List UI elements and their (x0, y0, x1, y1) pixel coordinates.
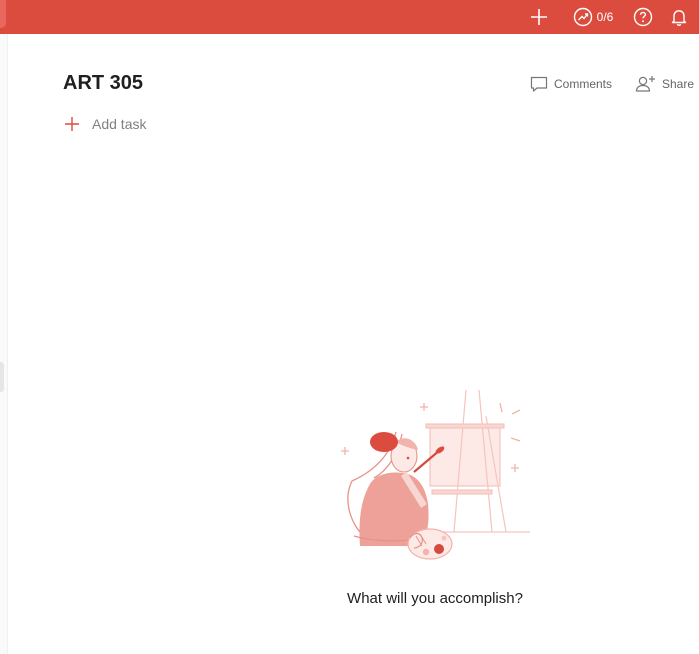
share-button[interactable]: Share (635, 72, 694, 96)
comment-icon (530, 76, 548, 92)
add-task-label: Add task (92, 116, 147, 132)
share-label: Share (662, 77, 695, 91)
productivity-button[interactable]: 0/6 (568, 0, 618, 34)
help-button[interactable] (631, 0, 655, 34)
add-person-icon (635, 76, 655, 92)
painter-at-easel-illustration (341, 389, 530, 560)
beret (370, 432, 398, 452)
menu-toggle-edge[interactable] (0, 0, 6, 28)
comments-label: Comments (554, 77, 613, 91)
empty-state-message: What will you accomplish? (347, 590, 523, 607)
easel (424, 389, 530, 533)
page-title: ART 305 (63, 72, 144, 94)
quick-add-button[interactable] (527, 0, 551, 34)
sidebar-collapsed-edge (0, 34, 8, 654)
notifications-bell-icon (671, 10, 687, 27)
add-task-button[interactable]: Add task (63, 113, 146, 135)
notifications-button[interactable] (667, 0, 691, 34)
productivity-trend-icon (573, 7, 592, 27)
sidebar-resize-handle[interactable] (0, 362, 4, 392)
comments-button[interactable]: Comments (529, 72, 612, 96)
add-icon (65, 117, 79, 131)
help-icon (633, 7, 653, 27)
top-bar: 0/6 (0, 0, 699, 34)
karma-goal-count: 0/6 (596, 10, 614, 24)
add-icon (531, 9, 547, 25)
